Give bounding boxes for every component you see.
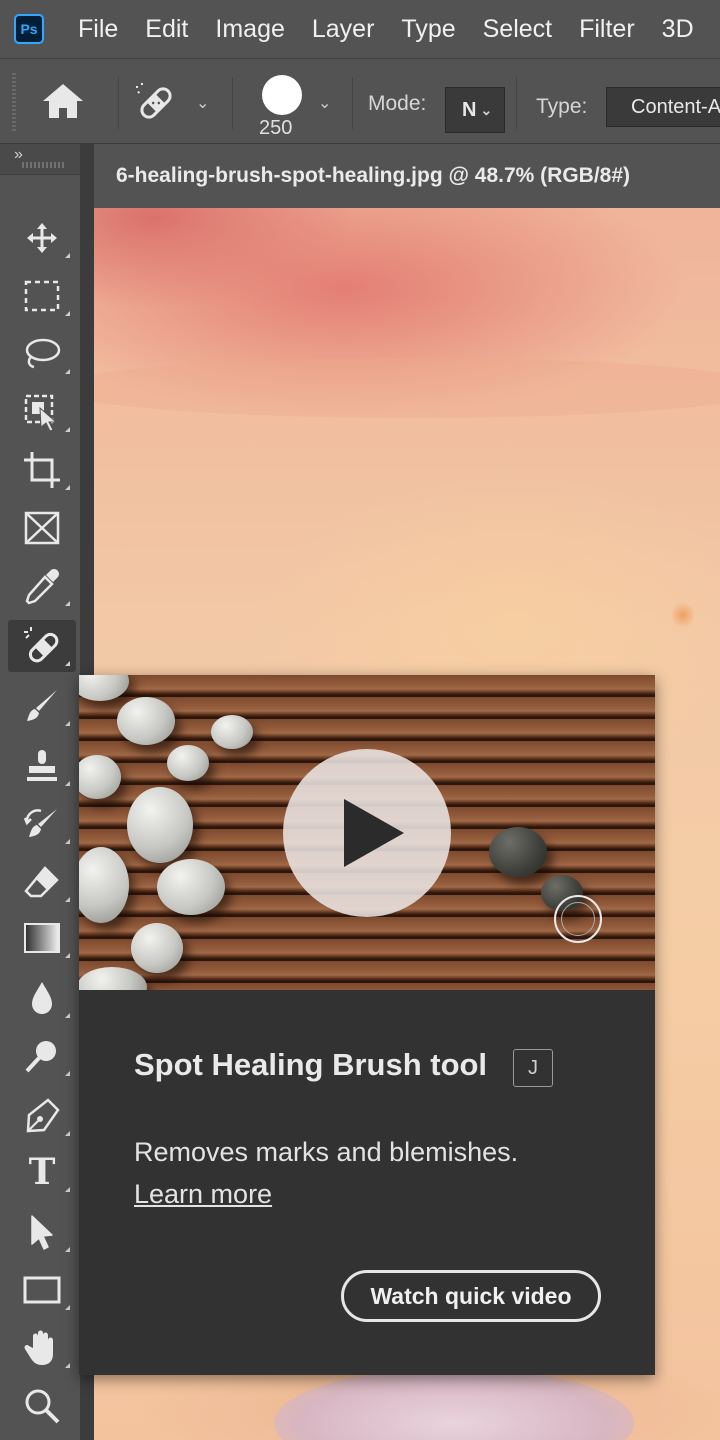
menu-filter[interactable]: Filter bbox=[579, 15, 635, 44]
brush-cursor-icon bbox=[554, 895, 602, 943]
arrow-pointer-icon bbox=[31, 1215, 53, 1250]
blur-drop-icon bbox=[32, 982, 52, 1014]
document-title: 6-healing-brush-spot-healing.jpg @ 48.7%… bbox=[116, 164, 631, 187]
object-selection-tool[interactable] bbox=[8, 386, 76, 438]
menu-3d[interactable]: 3D bbox=[662, 15, 694, 44]
photoshop-logo[interactable]: Ps bbox=[14, 14, 44, 44]
watch-quick-video-button[interactable]: Watch quick video bbox=[341, 1270, 601, 1322]
object-selection-icon bbox=[24, 394, 58, 432]
crop-tool[interactable] bbox=[8, 444, 76, 496]
pen-tool[interactable] bbox=[8, 1090, 76, 1142]
gradient-icon bbox=[24, 923, 60, 953]
document-tab[interactable]: 6-healing-brush-spot-healing.jpg @ 48.7%… bbox=[94, 144, 720, 208]
pen-icon bbox=[26, 1098, 60, 1133]
clone-stamp-tool[interactable] bbox=[8, 740, 76, 792]
document-tab-bar: 6-healing-brush-spot-healing.jpg @ 48.7%… bbox=[94, 144, 720, 208]
frame-icon bbox=[24, 511, 60, 545]
eyedropper-tool[interactable] bbox=[8, 560, 76, 612]
menu-image[interactable]: Image bbox=[215, 15, 284, 44]
hand-icon bbox=[24, 1330, 53, 1365]
shortcut-badge: J bbox=[513, 1049, 553, 1087]
menu-edit[interactable]: Edit bbox=[145, 15, 188, 44]
type-tool[interactable]: T bbox=[8, 1146, 76, 1198]
brush-chevron-down-icon[interactable]: ⌄ bbox=[318, 93, 331, 113]
gradient-tool[interactable] bbox=[8, 912, 76, 964]
rich-tooltip: Spot Healing Brush tool J Removes marks … bbox=[79, 675, 655, 1375]
type-dropdown[interactable]: Content-A bbox=[606, 87, 720, 127]
type-label: Type: bbox=[536, 95, 588, 118]
mode-chevron-down-icon: ⌄ bbox=[480, 101, 493, 118]
history-brush-icon bbox=[23, 809, 57, 837]
frame-tool[interactable] bbox=[8, 502, 76, 554]
move-tool[interactable] bbox=[8, 212, 76, 264]
menu-layer[interactable]: Layer bbox=[312, 15, 375, 44]
home-icon[interactable] bbox=[40, 81, 86, 126]
brush-size-value: 250 bbox=[259, 117, 293, 139]
tools-panel-header: » bbox=[0, 144, 80, 175]
rectangle-tool[interactable] bbox=[8, 1264, 76, 1316]
options-bar-grip[interactable] bbox=[12, 73, 16, 131]
spot-healing-brush-icon bbox=[136, 83, 172, 119]
menu-type[interactable]: Type bbox=[401, 15, 455, 44]
stamp-icon bbox=[27, 750, 57, 781]
eraser-tool[interactable] bbox=[8, 856, 76, 908]
rectangular-marquee-icon bbox=[24, 280, 60, 312]
dodge-icon bbox=[25, 1041, 56, 1073]
play-button[interactable] bbox=[283, 749, 451, 917]
spot-healing-brush-icon bbox=[24, 627, 59, 663]
eyedropper-icon bbox=[25, 569, 59, 605]
crop-icon bbox=[24, 452, 60, 488]
path-selection-tool[interactable] bbox=[8, 1206, 76, 1258]
eraser-icon bbox=[24, 866, 59, 898]
history-brush-tool[interactable] bbox=[8, 798, 76, 850]
preset-chevron-down-icon[interactable]: ⌄ bbox=[196, 93, 209, 113]
type-value: Content-A bbox=[631, 95, 720, 118]
brush-icon bbox=[27, 690, 57, 721]
panel-grip[interactable] bbox=[22, 162, 66, 168]
tool-preset-picker[interactable] bbox=[134, 81, 178, 130]
options-bar: ⌄ 250 ⌄ Mode: N ⌄ Type: Content-A bbox=[0, 58, 720, 144]
lasso-tool[interactable] bbox=[8, 328, 76, 380]
marquee-tool[interactable] bbox=[8, 270, 76, 322]
menu-select[interactable]: Select bbox=[483, 15, 552, 44]
zoom-tool[interactable] bbox=[8, 1380, 76, 1432]
tooltip-description: Removes marks and blemishes. bbox=[134, 1137, 519, 1167]
learn-more-link[interactable]: Learn more bbox=[134, 1179, 272, 1210]
brush-preview-icon[interactable] bbox=[262, 75, 302, 115]
mode-value: N bbox=[462, 98, 477, 121]
tooltip-title: Spot Healing Brush tool bbox=[134, 1047, 488, 1082]
mode-label: Mode: bbox=[368, 92, 427, 115]
move-icon bbox=[27, 223, 57, 253]
mode-dropdown[interactable]: N ⌄ bbox=[445, 87, 505, 133]
type-icon: T bbox=[28, 1151, 56, 1193]
brush-tool[interactable] bbox=[8, 680, 76, 732]
blur-tool[interactable] bbox=[8, 972, 76, 1024]
blemish-spot bbox=[672, 600, 694, 630]
menu-file[interactable]: File bbox=[78, 15, 118, 44]
lasso-icon bbox=[25, 338, 61, 369]
tooltip-video-preview[interactable] bbox=[79, 675, 655, 990]
hand-tool[interactable] bbox=[8, 1322, 76, 1374]
zoom-icon bbox=[25, 1389, 60, 1424]
play-icon bbox=[344, 799, 404, 867]
menu-bar: Ps File Edit Image Layer Type Select Fil… bbox=[0, 0, 720, 58]
dodge-tool[interactable] bbox=[8, 1030, 76, 1082]
rectangle-icon bbox=[23, 1276, 61, 1304]
spot-healing-brush-tool[interactable] bbox=[8, 620, 76, 672]
